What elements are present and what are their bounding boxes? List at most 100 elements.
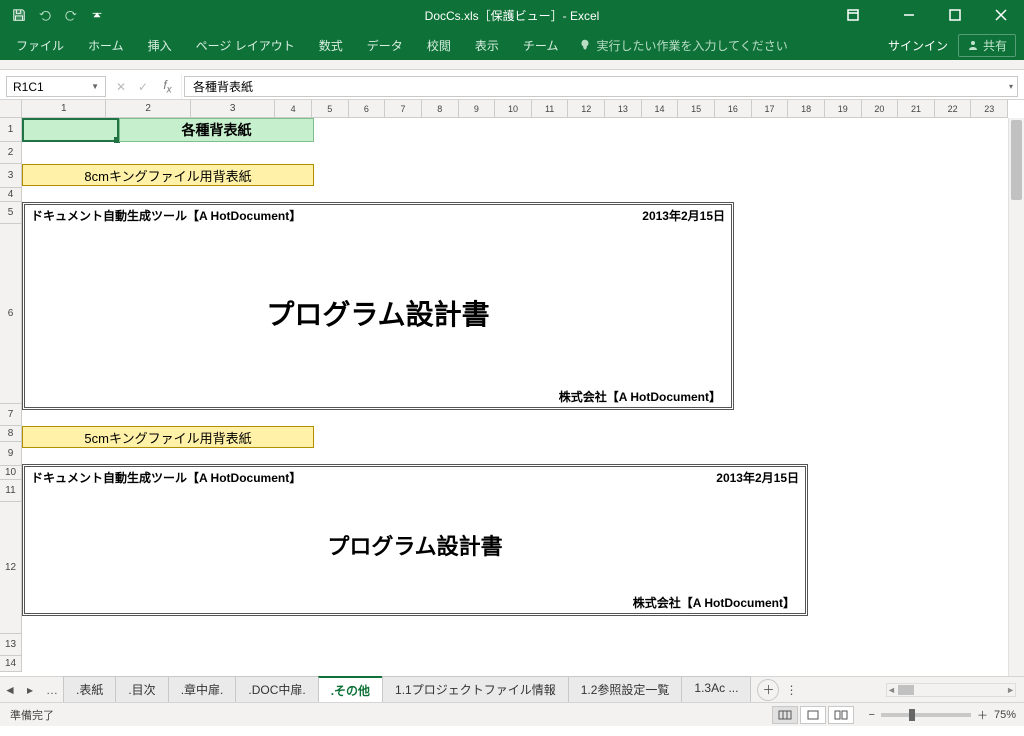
tab-page-layout[interactable]: ページ レイアウト — [184, 31, 307, 60]
row-header[interactable]: 4 — [0, 188, 21, 202]
vertical-scrollbar[interactable] — [1008, 118, 1024, 676]
column-header[interactable]: 22 — [935, 100, 972, 117]
column-header[interactable]: 15 — [678, 100, 715, 117]
tab-review[interactable]: 校閲 — [415, 31, 463, 60]
column-header[interactable]: 1 — [22, 100, 106, 117]
tell-me-search[interactable]: 実行したい作業を入力してください — [578, 37, 787, 54]
column-header[interactable]: 2 — [106, 100, 190, 117]
row-header[interactable]: 14 — [0, 656, 21, 672]
row-header[interactable]: 12 — [0, 502, 21, 634]
row-header[interactable]: 11 — [0, 480, 21, 502]
column-header[interactable]: 19 — [825, 100, 862, 117]
column-header[interactable]: 17 — [752, 100, 789, 117]
doc8-title: プログラム設計書 — [25, 293, 731, 333]
tab-overflow-left[interactable]: … — [46, 683, 58, 697]
sheet-canvas[interactable]: 各種背表紙 8cmキングファイル用背表紙 ドキュメント自動生成ツール【A Hot… — [22, 118, 1008, 676]
selected-cell[interactable] — [22, 118, 119, 142]
column-header[interactable]: 12 — [568, 100, 605, 117]
sheet-tab[interactable]: .目次 — [115, 676, 168, 703]
save-icon[interactable] — [8, 4, 30, 26]
sheet-tab[interactable]: .表紙 — [63, 676, 116, 703]
column-header[interactable]: 20 — [862, 100, 899, 117]
sheet-tab[interactable]: .その他 — [318, 676, 383, 703]
column-header[interactable]: 6 — [349, 100, 386, 117]
tab-home[interactable]: ホーム — [76, 31, 136, 60]
scroll-thumb[interactable] — [1011, 120, 1022, 200]
select-all-button[interactable] — [0, 100, 22, 118]
ribbon-display-options-icon[interactable] — [830, 0, 876, 30]
sheet-tab[interactable]: .DOC中扉. — [235, 676, 318, 703]
column-header[interactable]: 18 — [788, 100, 825, 117]
view-normal-button[interactable] — [772, 706, 798, 724]
zoom-in-button[interactable]: ＋ — [977, 707, 988, 723]
row-header[interactable]: 13 — [0, 634, 21, 656]
row-header[interactable]: 5 — [0, 202, 21, 224]
title-bar: DocCs.xls［保護ビュー］- Excel — [0, 0, 1024, 30]
doc5-title: プログラム設計書 — [25, 529, 805, 561]
new-sheet-button[interactable]: ＋ — [757, 679, 779, 701]
row-header[interactable]: 8 — [0, 426, 21, 442]
spine-5cm-box[interactable]: ドキュメント自動生成ツール【A HotDocument】 2013年2月15日 … — [22, 464, 808, 616]
horizontal-scrollbar[interactable]: ◄► — [886, 683, 1016, 697]
column-header[interactable]: 13 — [605, 100, 642, 117]
row-header[interactable]: 7 — [0, 404, 21, 426]
zoom-out-button[interactable]: − — [869, 709, 875, 721]
column-header[interactable]: 7 — [385, 100, 422, 117]
sheet-tab[interactable]: 1.1プロジェクトファイル情報 — [382, 676, 569, 703]
tab-view[interactable]: 表示 — [463, 31, 511, 60]
tab-team[interactable]: チーム — [511, 31, 571, 60]
column-headers[interactable]: 1234567891011121314151617181920212223 — [22, 100, 1008, 118]
row-header[interactable]: 3 — [0, 164, 21, 188]
undo-icon[interactable] — [34, 4, 56, 26]
column-header[interactable]: 11 — [532, 100, 569, 117]
zoom-level[interactable]: 75% — [994, 709, 1016, 721]
column-header[interactable]: 16 — [715, 100, 752, 117]
label-5cm[interactable]: 5cmキングファイル用背表紙 — [22, 426, 314, 448]
share-button[interactable]: 共有 — [958, 34, 1016, 57]
row-header[interactable]: 9 — [0, 442, 21, 466]
tab-data[interactable]: データ — [355, 31, 415, 60]
status-bar: 準備完了 − ＋ 75% — [0, 702, 1024, 726]
enter-icon[interactable]: ✓ — [132, 74, 154, 99]
tab-overflow-right[interactable]: ⋮ — [785, 683, 797, 697]
label-8cm[interactable]: 8cmキングファイル用背表紙 — [22, 164, 314, 186]
sheet-tab[interactable]: .章中扉. — [168, 676, 237, 703]
worksheet-grid[interactable]: 1234567891011121314151617181920212223 12… — [0, 100, 1024, 676]
fx-icon[interactable]: fx — [154, 74, 182, 99]
tab-scroll-first[interactable]: ◄ — [0, 683, 20, 697]
column-header[interactable]: 5 — [312, 100, 349, 117]
row-header[interactable]: 2 — [0, 142, 21, 164]
column-header[interactable]: 3 — [191, 100, 275, 117]
column-header[interactable]: 21 — [898, 100, 935, 117]
row-header[interactable]: 6 — [0, 224, 21, 404]
maximize-button[interactable] — [932, 0, 978, 30]
redo-icon[interactable] — [60, 4, 82, 26]
formula-input[interactable]: 各種背表紙▾ — [184, 76, 1018, 97]
tab-scroll-prev[interactable]: ▸ — [20, 683, 40, 697]
view-page-layout-button[interactable] — [800, 706, 826, 724]
sheet-tab[interactable]: 1.2参照設定一覧 — [568, 676, 683, 703]
row-headers[interactable]: 1234567891011121314 — [0, 118, 22, 672]
view-page-break-button[interactable] — [828, 706, 854, 724]
sheet-tab[interactable]: 1.3Ac ... — [681, 676, 751, 703]
row-header[interactable]: 1 — [0, 118, 21, 142]
row-header[interactable]: 10 — [0, 466, 21, 480]
name-box[interactable]: R1C1▼ — [6, 76, 106, 97]
tab-formulas[interactable]: 数式 — [307, 31, 355, 60]
column-header[interactable]: 8 — [422, 100, 459, 117]
tab-insert[interactable]: 挿入 — [136, 31, 184, 60]
qat-customize-icon[interactable] — [86, 4, 108, 26]
tab-file[interactable]: ファイル — [4, 31, 76, 60]
cancel-icon[interactable]: ✕ — [110, 74, 132, 99]
zoom-slider[interactable] — [881, 713, 971, 717]
close-button[interactable] — [978, 0, 1024, 30]
column-header[interactable]: 10 — [495, 100, 532, 117]
column-header[interactable]: 9 — [459, 100, 496, 117]
column-header[interactable]: 14 — [642, 100, 679, 117]
column-header[interactable]: 4 — [275, 100, 312, 117]
sign-in-link[interactable]: サインイン — [888, 37, 948, 54]
column-header[interactable]: 23 — [971, 100, 1008, 117]
title-cell[interactable]: 各種背表紙 — [119, 118, 314, 142]
spine-8cm-box[interactable]: ドキュメント自動生成ツール【A HotDocument】 2013年2月15日 … — [22, 202, 734, 410]
minimize-button[interactable] — [886, 0, 932, 30]
